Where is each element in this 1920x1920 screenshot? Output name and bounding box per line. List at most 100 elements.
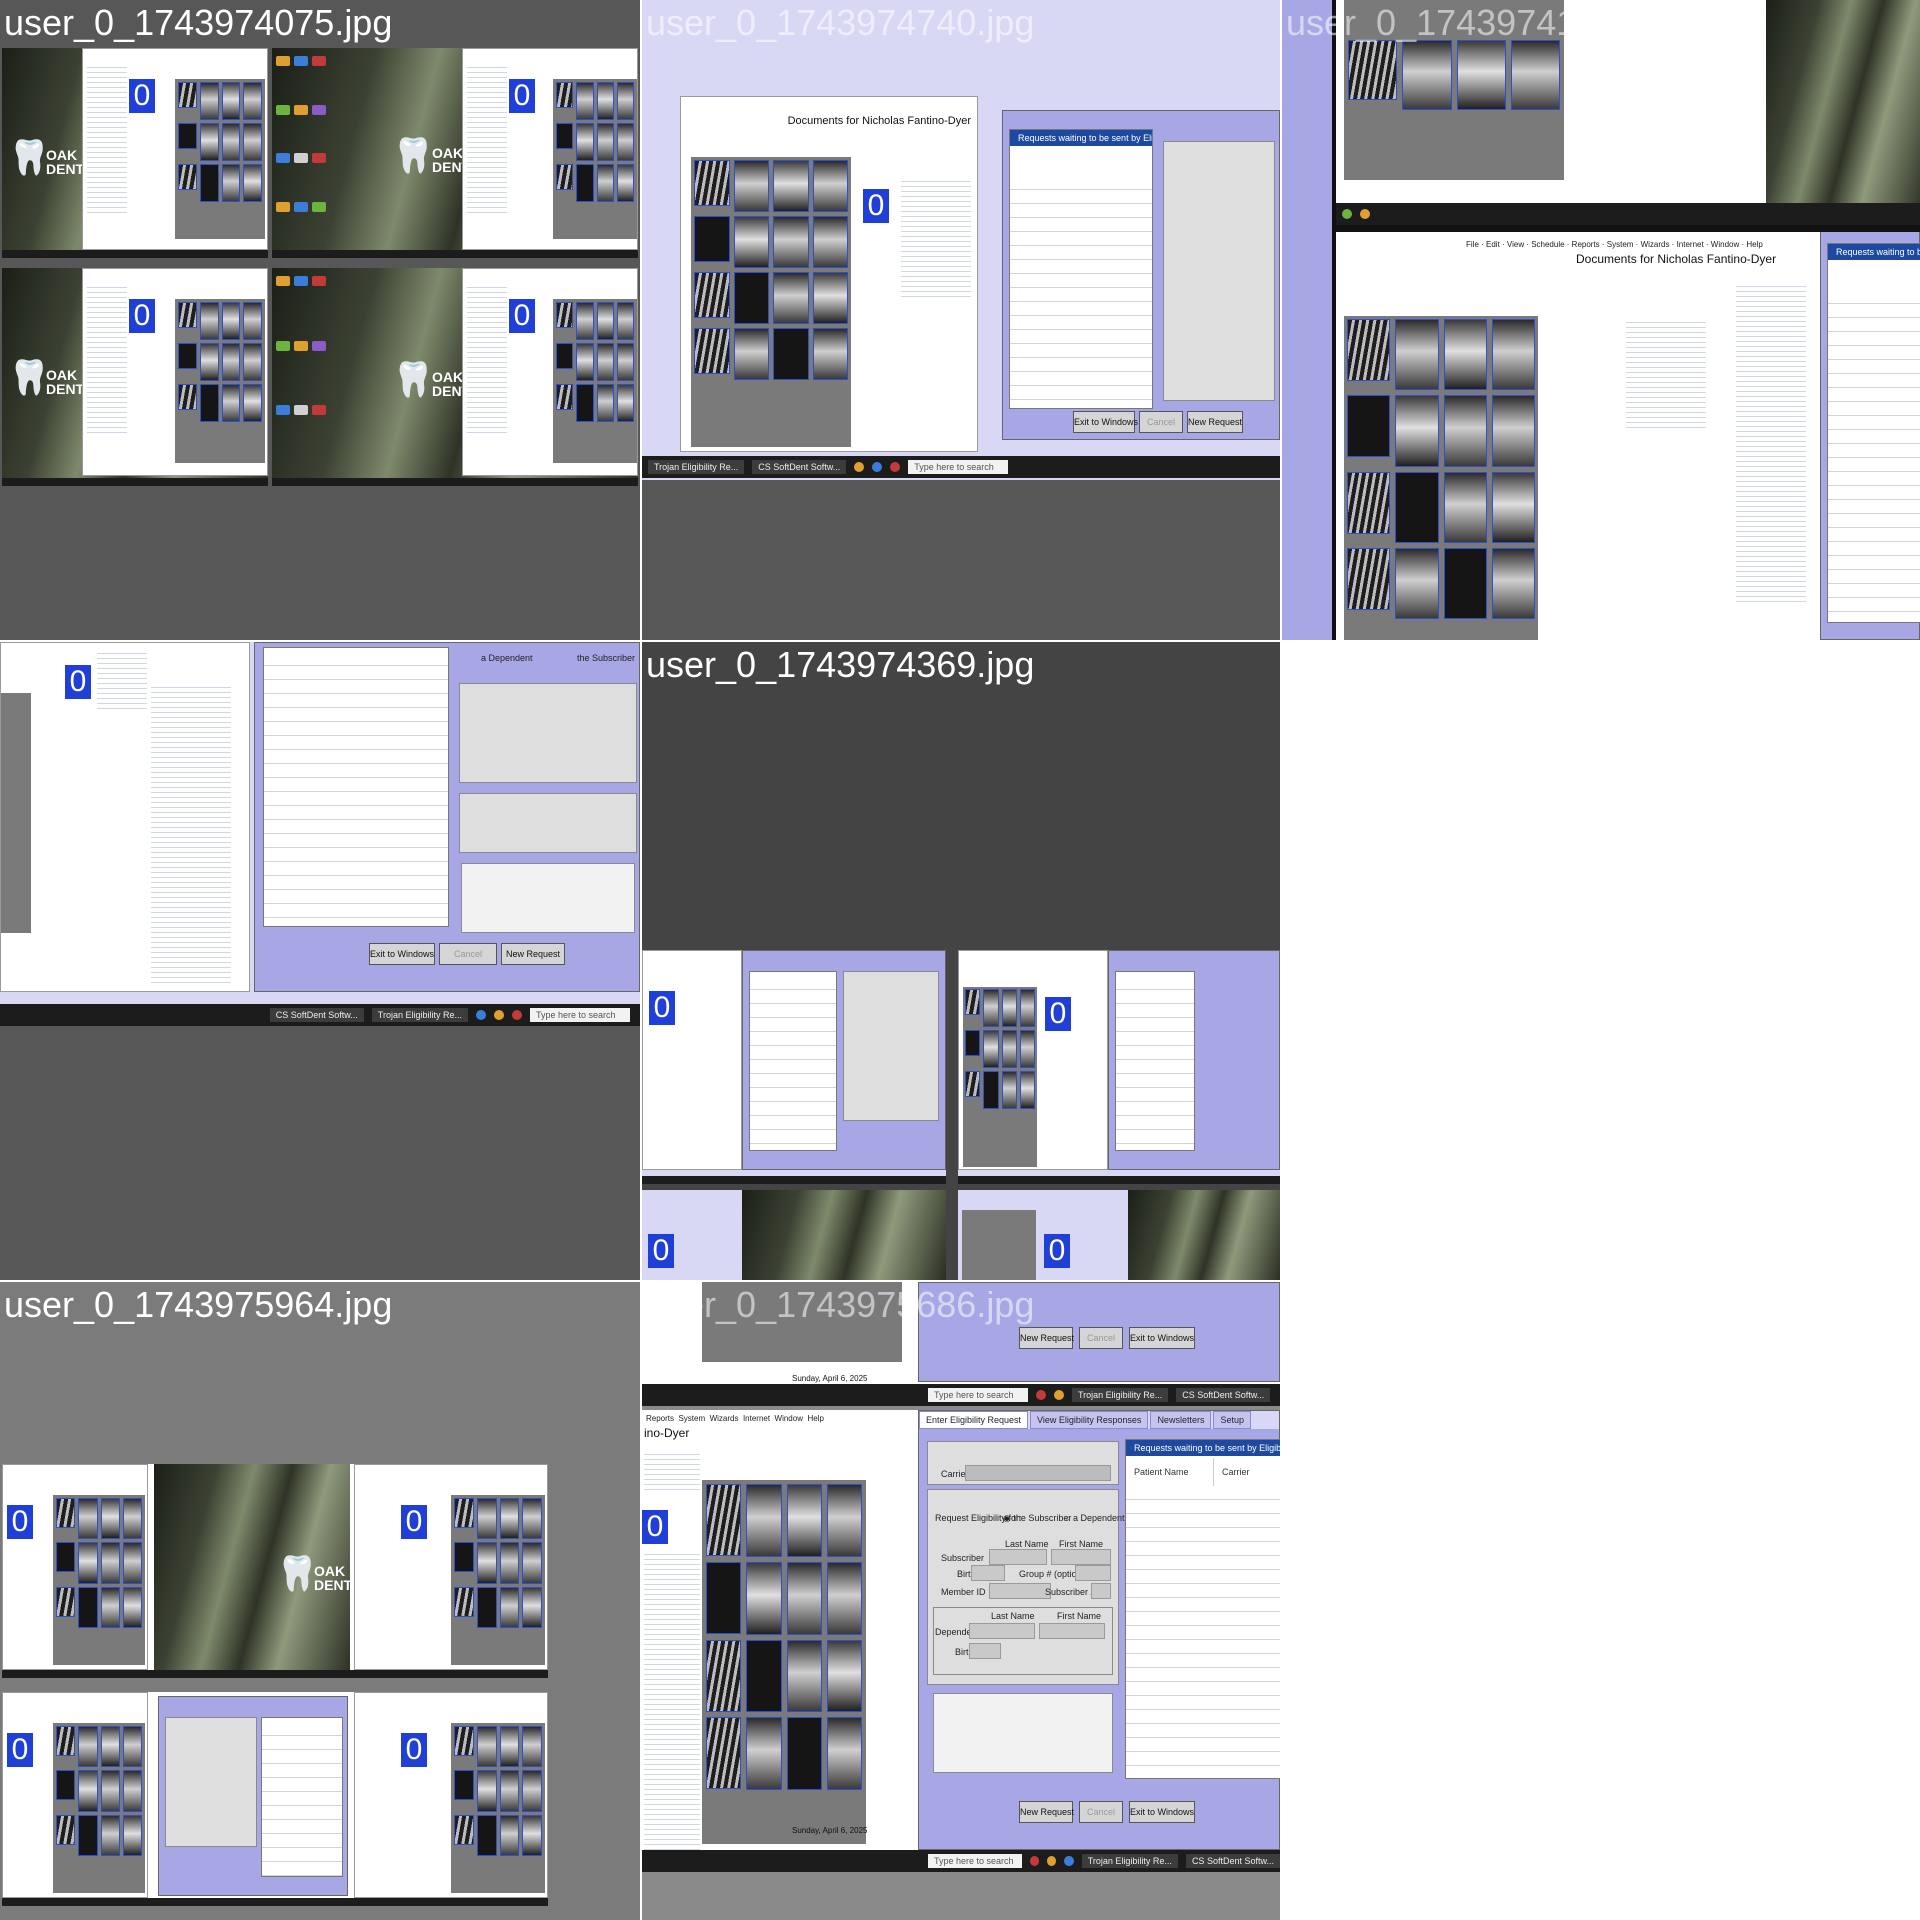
- requests-list: Requests waiting to be sent by Eligibili…: [1009, 129, 1153, 409]
- radio-subscriber[interactable]: ◉ the Subscriber: [1003, 1513, 1071, 1524]
- cell-caption: user_0_1743974369.jpg: [646, 644, 1035, 685]
- requests-header: Requests waiting to be sent by Eligibili…: [1126, 1440, 1280, 1456]
- group-field[interactable]: [1075, 1565, 1111, 1581]
- counter-badge: 0: [648, 1234, 674, 1268]
- zip-field[interactable]: [1091, 1583, 1111, 1599]
- col-patient-name[interactable]: Patient Name: [1126, 1458, 1214, 1486]
- dependent-birth[interactable]: [969, 1643, 1001, 1659]
- taskbar-task[interactable]: CS SoftDent Softw...: [752, 460, 847, 474]
- counter-badge: 0: [401, 1505, 427, 1539]
- tab-bar: Enter Eligibility Request View Eligibili…: [919, 1411, 1279, 1429]
- exit-button[interactable]: Exit to Windows: [369, 943, 435, 965]
- grid-cell-6: user_0_1743975964.jpg 0 🦷 OAK DENT 0 0 0: [0, 1282, 640, 1920]
- exit-button[interactable]: Exit to Windows: [1129, 1801, 1195, 1823]
- mini-screen: Reports System Wizards Internet Window H…: [642, 1410, 1280, 1850]
- tooth-icon: 🦷: [392, 136, 435, 176]
- dep-last-name-header: Last Name: [991, 1611, 1035, 1621]
- taskbar-task[interactable]: CS SoftDent Softw...: [1185, 1854, 1280, 1868]
- tooth-icon: 🦷: [8, 138, 51, 178]
- xray-gallery: [1, 693, 31, 933]
- taskbar-task[interactable]: Trojan Eligibility Re...: [1072, 1388, 1169, 1402]
- tooth-icon: 🦷: [8, 358, 51, 398]
- counter-badge: 0: [401, 1733, 427, 1767]
- eligibility-window-fragment: [742, 950, 946, 1170]
- eligibility-window-fragment: [1108, 950, 1280, 1170]
- requests-list[interactable]: Requests waiting to be sent by Eligibili…: [1125, 1439, 1280, 1779]
- exit-button[interactable]: Exit to Windows: [1073, 411, 1138, 433]
- documents-title: Documents for Nicholas Fantino-Dyer: [787, 115, 971, 127]
- member-id-label: Member ID: [941, 1587, 986, 1597]
- taskbar-search[interactable]: Type here to search: [530, 1008, 630, 1022]
- eligibility-window-fragment: Requests waiting to be sent by Eligibili…: [1002, 110, 1280, 440]
- requests-list: Requests waiting to be sent by Eligibili…: [1827, 243, 1920, 623]
- mini-screen: Documents for Nicholas Fantino-Dyer File…: [1336, 232, 1920, 640]
- oak-dental-logo: OAK DENT: [46, 367, 85, 397]
- subscriber-birth[interactable]: [971, 1565, 1005, 1581]
- taskbar-task[interactable]: CS SoftDent Softw...: [269, 1008, 364, 1022]
- oak-dental-logo: OAK DENT: [46, 147, 85, 177]
- mini-screen: 0: [958, 1190, 1280, 1280]
- carrier-select[interactable]: [965, 1465, 1111, 1481]
- taskbar-search[interactable]: Type here to search: [908, 460, 1009, 474]
- cancel-button[interactable]: Cancel: [1139, 411, 1183, 433]
- member-id-field[interactable]: [989, 1583, 1051, 1599]
- eligibility-window-fragment: New Request Cancel Exit to Windows: [918, 1282, 1280, 1382]
- taskbar-task[interactable]: CS SoftDent Softw...: [1176, 1388, 1271, 1402]
- cancel-button[interactable]: Cancel: [1079, 1327, 1123, 1349]
- footer-date: Sunday, April 6, 2025: [792, 1374, 868, 1383]
- documents-window: 0: [0, 642, 250, 992]
- counter-badge: 0: [129, 299, 155, 333]
- dependent-first-name[interactable]: [1039, 1623, 1105, 1639]
- dependent-last-name[interactable]: [969, 1623, 1035, 1639]
- tab-enter-request[interactable]: Enter Eligibility Request: [919, 1411, 1029, 1429]
- counter-badge: 0: [65, 665, 91, 699]
- exit-button[interactable]: Exit to Windows: [1129, 1327, 1195, 1349]
- taskbar-task[interactable]: Trojan Eligibility Re...: [648, 460, 745, 474]
- taskbar-task[interactable]: Trojan Eligibility Re...: [1081, 1854, 1178, 1868]
- mini-screen: 🦷 OAK DENT 0: [272, 48, 638, 258]
- cancel-button[interactable]: Cancel: [439, 943, 497, 965]
- cancel-button[interactable]: Cancel: [1079, 1801, 1123, 1823]
- new-request-button[interactable]: New Request: [1019, 1327, 1074, 1349]
- eligibility-window-fragment: the Subscriber a Dependent Exit to Windo…: [254, 642, 640, 992]
- taskbar: Type here to search Trojan Eligibility R…: [0, 1004, 640, 1026]
- radio-dependent[interactable]: ○ a Dependent: [1065, 1513, 1124, 1523]
- counter-badge: 0: [129, 79, 155, 113]
- documents-title: ino-Dyer: [644, 1426, 690, 1440]
- counter-badge: 0: [7, 1505, 33, 1539]
- menu-bar: File · Edit · View · Schedule · Reports …: [1466, 240, 1763, 249]
- xray-gallery: [451, 1723, 545, 1893]
- taskbar: Type here to search Trojan Eligibility R…: [642, 1850, 1280, 1872]
- notes-area: [461, 863, 635, 933]
- taskbar-task[interactable]: Trojan Eligibility Re...: [371, 1008, 468, 1022]
- xray-gallery: [175, 299, 265, 463]
- documents-window: 0: [462, 268, 638, 476]
- subscriber-last-name[interactable]: [989, 1549, 1047, 1565]
- taskbar: Type here to search Trojan Eligibility R…: [642, 1384, 1280, 1406]
- xray-gallery: [1344, 0, 1564, 180]
- cell-caption: user_0_1743975964.jpg: [4, 1284, 393, 1325]
- xray-gallery: [53, 1723, 145, 1893]
- desktop-icons: [276, 56, 326, 246]
- counter-badge: 0: [649, 991, 675, 1025]
- subscriber-first-name[interactable]: [1051, 1549, 1111, 1565]
- xray-gallery: [691, 157, 851, 447]
- new-request-button[interactable]: New Request: [501, 943, 565, 965]
- radio-dependent-label[interactable]: a Dependent: [481, 653, 533, 663]
- taskbar-search[interactable]: Type here to search: [928, 1854, 1022, 1868]
- mini-screen: 🦷 OAK DENT 0: [2, 268, 268, 486]
- col-carrier[interactable]: Carrier: [1214, 1458, 1280, 1486]
- taskbar-search[interactable]: Type here to search: [928, 1388, 1028, 1402]
- counter-badge: 0: [642, 1510, 668, 1544]
- mini-screen: 🦷 OAK DENT 0: [2, 48, 268, 258]
- tab-view-responses[interactable]: View Eligibility Responses: [1030, 1411, 1149, 1429]
- tab-newsletters[interactable]: Newsletters: [1150, 1411, 1212, 1429]
- tab-setup[interactable]: Setup: [1213, 1411, 1251, 1429]
- new-request-button[interactable]: New Request: [1019, 1801, 1074, 1823]
- radio-subscriber-label[interactable]: the Subscriber: [577, 653, 635, 663]
- grid-cell-2: Documents for Nicholas Fantino-Dyer 0 Re…: [642, 0, 1280, 640]
- xray-gallery: [553, 299, 637, 463]
- new-request-button[interactable]: New Request: [1187, 411, 1243, 433]
- dep-first-name-header: First Name: [1057, 1611, 1102, 1621]
- mini-screen: 0: [642, 1190, 946, 1280]
